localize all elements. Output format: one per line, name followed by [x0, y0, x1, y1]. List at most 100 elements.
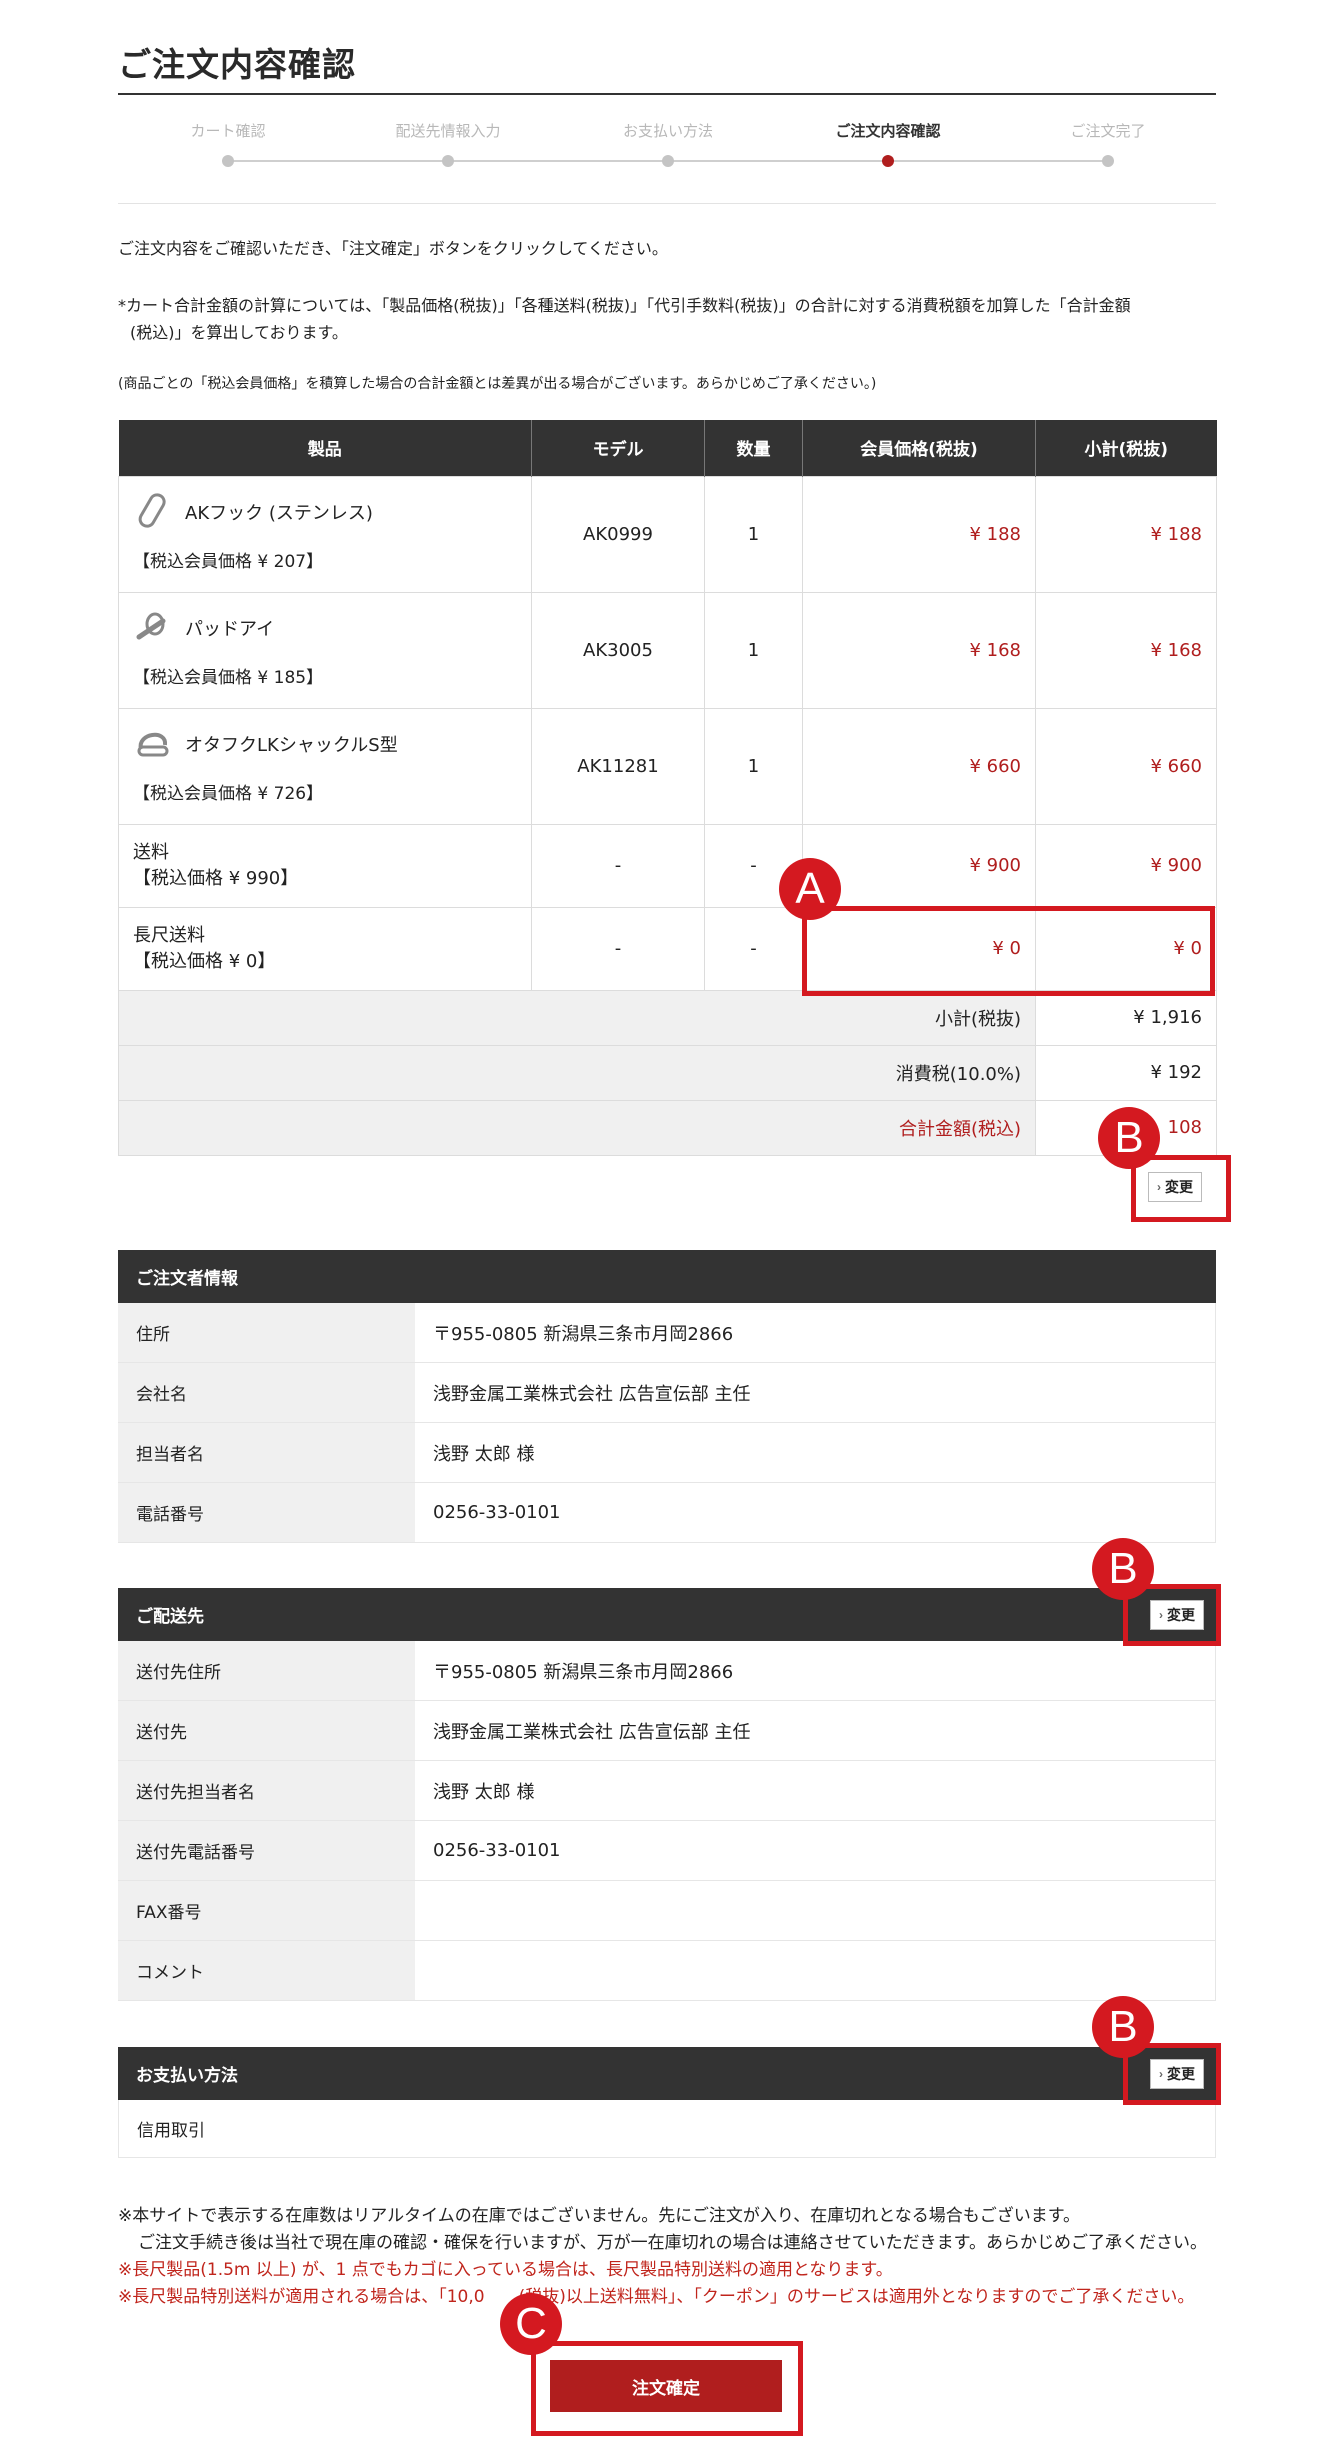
note-stock: ※本サイトで表示する在庫数はリアルタイムの在庫ではございません。先にご注文が入り…	[118, 2206, 1080, 2226]
fee-name: 長尺送料	[133, 924, 205, 946]
info-row: FAX番号	[118, 1881, 1216, 1941]
intro-note-line2: (税込)」を算出しております。	[130, 323, 348, 342]
step-complete: ご注文完了	[1070, 122, 1146, 140]
info-row: 電話番号 0256-33-0101	[118, 1483, 1216, 1543]
info-row: 送付先 浅野金属工業株式会社 広告宣伝部 主任	[118, 1701, 1216, 1761]
info-row: 送付先電話番号 0256-33-0101	[118, 1821, 1216, 1881]
product-cell: AKフック (ステンレス) 【税込会員価格 ¥ 207】	[118, 475, 532, 593]
fee-model: -	[531, 823, 705, 908]
col-member-price: 会員価格(税抜)	[802, 420, 1036, 476]
fee-cell: 長尺送料 【税込価格 ¥ 0】	[118, 906, 532, 991]
annotation-box-a	[802, 906, 1215, 996]
col-product: 製品	[118, 420, 532, 476]
fee-quantity: -	[704, 906, 803, 991]
product-name: パッドアイ	[185, 618, 275, 640]
info-row: 送付先担当者名 浅野 太郎 様	[118, 1761, 1216, 1821]
fee-cell: 送料 【税込価格 ¥ 990】	[118, 823, 532, 908]
info-value: 0256-33-0101	[415, 1821, 1216, 1880]
product-quantity: 1	[704, 707, 803, 825]
step-payment: お支払い方法	[622, 122, 713, 140]
info-value: 浅野金属工業株式会社 広告宣伝部 主任	[415, 1701, 1216, 1760]
title-divider	[118, 93, 1216, 95]
info-row: 送付先住所 〒955-0805 新潟県三条市月岡2866	[118, 1641, 1216, 1701]
summary-row: 小計(税抜) ¥ 1,916	[118, 989, 1217, 1046]
step-dot	[222, 155, 234, 167]
annotation-box-b1	[1131, 1155, 1231, 1222]
fee-subtotal: ¥ 900	[1035, 823, 1217, 908]
summary-value: ¥ 192	[1035, 1044, 1217, 1101]
product-price: ¥ 188	[802, 475, 1036, 593]
table-row: オタフクLKシャックルS型 【税込会員価格 ¥ 726】 AK11281 1 ¥…	[118, 707, 1217, 825]
orderer-info-header: ご注文者情報	[118, 1250, 1216, 1303]
info-key: 送付先	[118, 1701, 415, 1760]
cart-header-row: 製品 モデル 数量 会員価格(税抜) 小計(税抜)	[118, 420, 1217, 476]
summary-row: 合計金額(税込) 108	[118, 1099, 1217, 1156]
step-cart: カート確認	[190, 122, 266, 140]
annotation-badge-b1: B	[1098, 1107, 1160, 1169]
product-name: オタフクLKシャックルS型	[185, 734, 398, 756]
info-key: 送付先住所	[118, 1641, 415, 1700]
table-row: パッドアイ 【税込会員価格 ¥ 185】 AK3005 1 ¥ 168 ¥ 16…	[118, 591, 1217, 709]
note-long-product: ※長尺製品(1.5m 以上) が、1 点でもカゴに入っている場合は、長尺製品特別…	[118, 2260, 893, 2280]
notes: ※本サイトで表示する在庫数はリアルタイムの在庫ではございません。先にご注文が入り…	[118, 2203, 1207, 2311]
step-confirm: ご注文内容確認	[835, 122, 941, 140]
fee-tax-price: 【税込価格 ¥ 0】	[133, 950, 276, 972]
total-label: 合計金額(税込)	[118, 1099, 1036, 1156]
payment-header: お支払い方法 › 変更	[118, 2047, 1216, 2100]
shackle-icon	[137, 732, 169, 756]
info-value: 〒955-0805 新潟県三条市月岡2866	[415, 1303, 1216, 1362]
info-key: FAX番号	[118, 1881, 415, 1940]
intro-note-line1: *カート合計金額の計算については、「製品価格(税抜)」「各種送料(税抜)」「代引…	[118, 296, 1131, 315]
info-row: 会社名 浅野金属工業株式会社 広告宣伝部 主任	[118, 1363, 1216, 1423]
annotation-badge-c: C	[500, 2293, 562, 2355]
product-quantity: 1	[704, 475, 803, 593]
product-model: AK11281	[531, 707, 705, 825]
product-tax-price: 【税込会員価格 ¥ 207】	[133, 551, 324, 572]
fee-model: -	[531, 906, 705, 991]
info-value: 浅野 太郎 様	[415, 1761, 1216, 1820]
info-value	[415, 1941, 1216, 2000]
info-key: 会社名	[118, 1363, 415, 1422]
delivery-section: ご配送先 › 変更 送付先住所 〒955-0805 新潟県三条市月岡2866 送付…	[118, 1588, 1216, 2001]
step-dot	[662, 155, 674, 167]
product-subtotal: ¥ 188	[1035, 475, 1217, 593]
summary-label: 消費税(10.0%)	[118, 1044, 1036, 1101]
info-row: 担当者名 浅野 太郎 様	[118, 1423, 1216, 1483]
product-model: AK0999	[531, 475, 705, 593]
table-row: 送料 【税込価格 ¥ 990】 - - ¥ 900 ¥ 900	[118, 823, 1217, 908]
carabiner-hook-icon	[138, 492, 166, 528]
payment-section: お支払い方法 › 変更 信用取引	[118, 2047, 1216, 2158]
info-value	[415, 1881, 1216, 1940]
step-dot	[1102, 155, 1114, 167]
note-stock-detail: ご注文手続き後は当社で現在庫の確認・確保を行いますが、万が一在庫切れの場合は連絡…	[138, 2233, 1207, 2253]
col-model: モデル	[531, 420, 705, 476]
product-subtotal: ¥ 168	[1035, 591, 1217, 709]
page-title: ご注文内容確認	[118, 45, 356, 84]
info-row: コメント	[118, 1941, 1216, 2001]
orderer-info-section: ご注文者情報 住所 〒955-0805 新潟県三条市月岡2866 会社名 浅野金属工…	[118, 1250, 1216, 1543]
delivery-header: ご配送先 › 変更	[118, 1588, 1216, 1641]
product-model: AK3005	[531, 591, 705, 709]
annotation-badge-a: A	[779, 858, 841, 920]
annotation-badge-b2: B	[1092, 1538, 1154, 1600]
info-key: 送付先担当者名	[118, 1761, 415, 1820]
annotation-badge-b3: B	[1092, 1996, 1154, 2058]
step-dot	[442, 155, 454, 167]
table-row: AKフック (ステンレス) 【税込会員価格 ¥ 207】 AK0999 1 ¥ …	[118, 475, 1217, 593]
product-name: AKフック (ステンレス)	[185, 502, 373, 524]
info-value: 0256-33-0101	[415, 1483, 1216, 1542]
product-tax-price: 【税込会員価格 ¥ 726】	[133, 783, 324, 804]
note-long-shipping: ※長尺製品特別送料が適用される場合は、「10,0 (税抜)以上送料無料」、「クー…	[118, 2287, 1195, 2307]
product-cell: オタフクLKシャックルS型 【税込会員価格 ¥ 726】	[118, 707, 532, 825]
col-subtotal: 小計(税抜)	[1035, 420, 1217, 476]
fee-tax-price: 【税込価格 ¥ 990】	[133, 867, 299, 889]
divider	[118, 203, 1216, 204]
pad-eye-icon	[136, 612, 166, 639]
info-key: 電話番号	[118, 1483, 415, 1542]
col-quantity: 数量	[704, 420, 803, 476]
info-key: コメント	[118, 1941, 415, 2000]
summary-label: 小計(税抜)	[118, 989, 1036, 1046]
info-value: 浅野金属工業株式会社 広告宣伝部 主任	[415, 1363, 1216, 1422]
info-key: 担当者名	[118, 1423, 415, 1482]
payment-value: 信用取引	[118, 2100, 1216, 2158]
